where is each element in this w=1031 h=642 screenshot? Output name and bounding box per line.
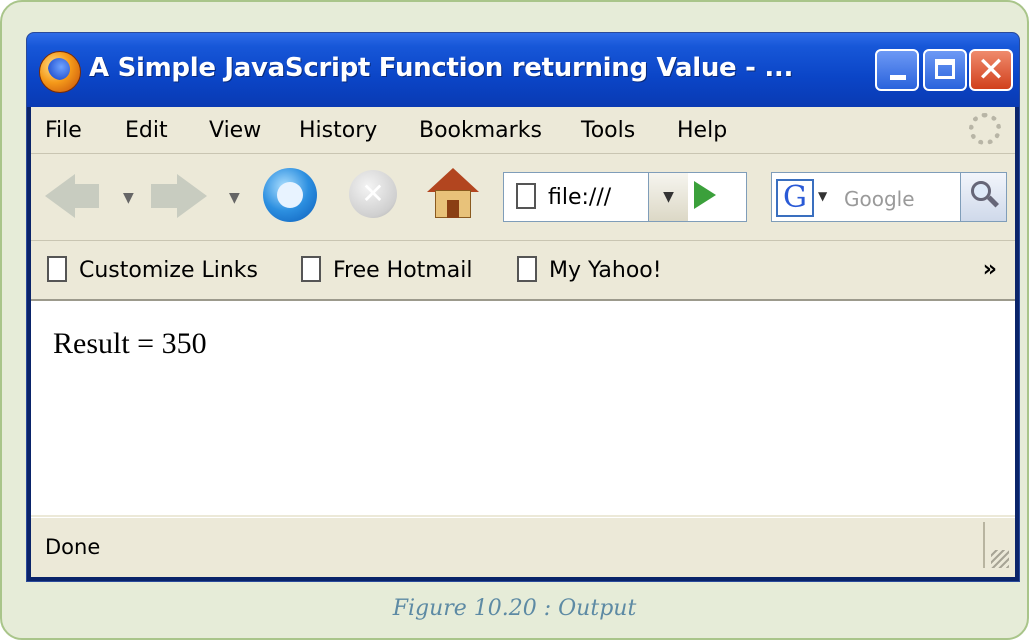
minimize-button[interactable] bbox=[875, 49, 919, 91]
url-dropdown-icon[interactable]: ▼ bbox=[648, 173, 688, 221]
bookmarks-toolbar: Customize Links Free Hotmail My Yahoo! » bbox=[31, 241, 1015, 301]
menu-help[interactable]: Help bbox=[677, 118, 727, 143]
figure-caption: Figure 10.20 : Output bbox=[392, 596, 637, 621]
close-button[interactable]: ✕ bbox=[969, 49, 1013, 91]
menu-file[interactable]: File bbox=[45, 118, 82, 143]
navigation-toolbar: ▼ ▼ ✕ file:/// ▼ G ▼ Google bbox=[31, 154, 1015, 241]
magnifier-icon[interactable] bbox=[960, 173, 1006, 221]
menu-edit[interactable]: Edit bbox=[125, 118, 168, 143]
bookmark-label: Customize Links bbox=[79, 258, 258, 283]
result-text: Result = 350 bbox=[53, 327, 207, 360]
menu-bookmarks[interactable]: Bookmarks bbox=[419, 118, 542, 143]
status-divider bbox=[983, 522, 985, 568]
maximize-button[interactable] bbox=[923, 49, 967, 91]
url-input[interactable]: file:/// bbox=[548, 185, 611, 210]
page-content: Result = 350 bbox=[31, 301, 1015, 515]
resize-grip-icon[interactable] bbox=[991, 550, 1009, 568]
bookmark-page-icon bbox=[301, 256, 321, 282]
menu-tools[interactable]: Tools bbox=[581, 118, 635, 143]
search-bar[interactable]: G ▼ Google bbox=[771, 172, 1007, 222]
title-bar[interactable]: A Simple JavaScript Function returning V… bbox=[27, 33, 1019, 107]
throbber-icon bbox=[969, 113, 1001, 145]
back-history-dropdown-icon[interactable]: ▼ bbox=[123, 190, 134, 206]
status-bar: Done bbox=[31, 517, 1015, 574]
back-button[interactable] bbox=[73, 184, 99, 208]
menu-bar: File Edit View History Bookmarks Tools H… bbox=[31, 107, 1015, 154]
forward-arrow-icon[interactable] bbox=[177, 174, 207, 218]
back-arrow-icon[interactable] bbox=[45, 174, 75, 218]
bookmarks-overflow-button[interactable]: » bbox=[983, 257, 997, 282]
page-icon bbox=[516, 183, 536, 209]
menu-history[interactable]: History bbox=[299, 118, 377, 143]
firefox-icon bbox=[39, 51, 81, 93]
minimize-icon bbox=[890, 75, 906, 80]
bookmark-page-icon bbox=[47, 256, 67, 282]
bookmark-page-icon bbox=[517, 256, 537, 282]
status-text: Done bbox=[45, 535, 101, 559]
stop-icon[interactable]: ✕ bbox=[349, 170, 397, 218]
go-arrow-icon[interactable] bbox=[694, 181, 716, 209]
browser-client: File Edit View History Bookmarks Tools H… bbox=[31, 107, 1015, 577]
search-input[interactable]: Google bbox=[844, 187, 915, 211]
forward-history-dropdown-icon[interactable]: ▼ bbox=[229, 190, 240, 206]
home-icon[interactable] bbox=[427, 168, 479, 220]
close-icon: ✕ bbox=[976, 50, 1006, 90]
bookmark-label: Free Hotmail bbox=[333, 258, 473, 283]
window-title: A Simple JavaScript Function returning V… bbox=[89, 53, 794, 83]
menu-view[interactable]: View bbox=[209, 118, 261, 143]
maximize-icon bbox=[935, 59, 955, 79]
google-g-icon[interactable]: G bbox=[776, 179, 814, 217]
url-bar[interactable]: file:/// ▼ bbox=[503, 172, 747, 222]
search-engine-dropdown-icon[interactable]: ▼ bbox=[818, 189, 827, 203]
browser-window: A Simple JavaScript Function returning V… bbox=[26, 32, 1020, 582]
bookmark-label: My Yahoo! bbox=[549, 258, 662, 283]
forward-button[interactable] bbox=[151, 184, 177, 208]
reload-icon[interactable] bbox=[263, 168, 317, 222]
